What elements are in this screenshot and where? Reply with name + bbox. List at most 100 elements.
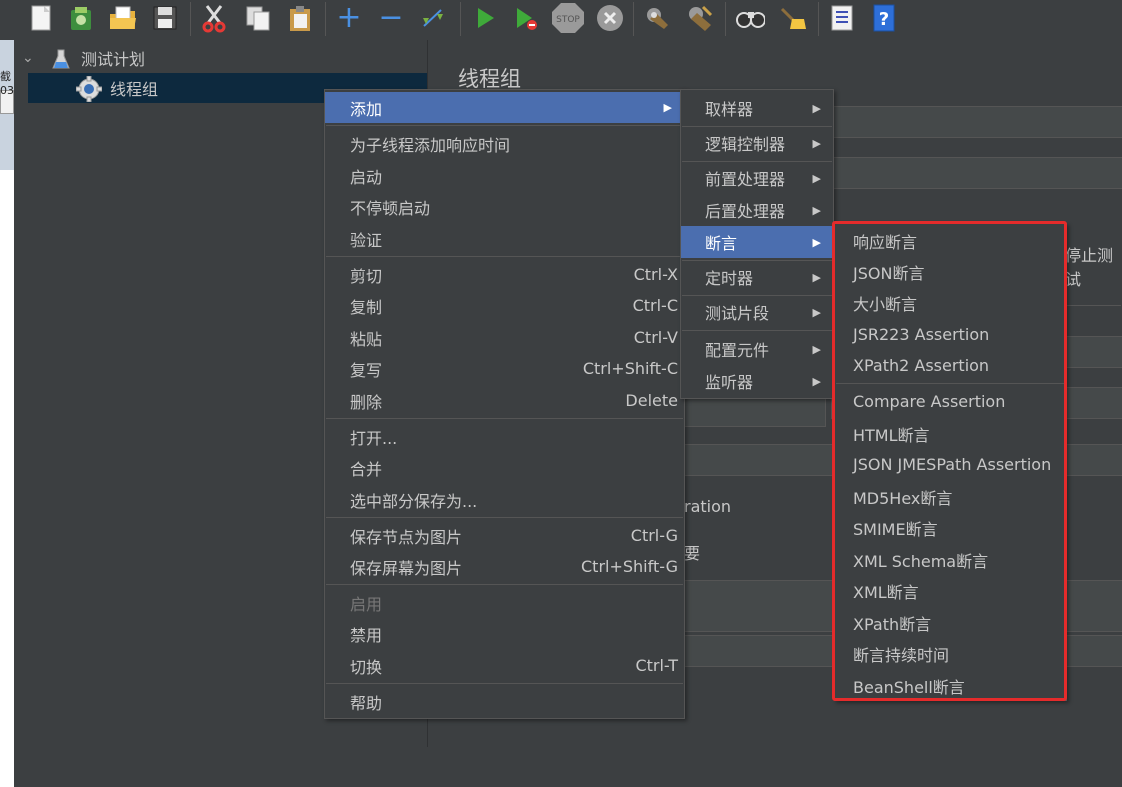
- function-helper-icon[interactable]: [827, 3, 857, 33]
- gear-icon: [76, 76, 102, 102]
- submenu-item-listener[interactable]: 监听器 ▶: [681, 365, 833, 397]
- svg-text:STOP: STOP: [556, 15, 580, 25]
- menu-item-duplicate[interactable]: 复写 Ctrl+Shift-C: [325, 353, 684, 384]
- context-menu: 添加 ▶ 为子线程添加响应时间 启动 不停顿启动 验证 剪切 Ctrl-X 复制 C…: [324, 89, 685, 719]
- menu-item-toggle[interactable]: 切换 Ctrl-T: [325, 650, 684, 681]
- menu-item-copy[interactable]: 复制 Ctrl-C: [325, 290, 684, 321]
- submenu-item-sampler[interactable]: 取样器 ▶: [681, 92, 833, 124]
- menu-item-add[interactable]: 添加 ▶: [325, 92, 684, 123]
- menu-item-validate[interactable]: 验证: [325, 223, 684, 254]
- svg-text:?: ?: [879, 9, 889, 30]
- reset-search-icon[interactable]: [778, 3, 808, 33]
- menu-item-save-screen-image[interactable]: 保存屏幕为图片 Ctrl+Shift-G: [325, 551, 684, 582]
- chevron-right-icon: ▶: [812, 342, 821, 356]
- menu-separator: [326, 683, 683, 684]
- tree-item-label: 测试计划: [81, 50, 146, 69]
- menu-item-paste[interactable]: 粘贴 Ctrl-V: [325, 322, 684, 353]
- menu-separator: [326, 418, 683, 419]
- menu-item-help[interactable]: 帮助: [325, 686, 684, 717]
- menu-item-start-no-pause[interactable]: 不停顿启动: [325, 191, 684, 222]
- tree-item-label: 线程组: [110, 80, 159, 99]
- submenu-item-test-fragment[interactable]: 测试片段 ▶: [681, 296, 833, 328]
- menu-item-save-selection-as[interactable]: 选中部分保存为...: [325, 484, 684, 515]
- menu-item-merge[interactable]: 合并: [325, 452, 684, 483]
- clear-all-icon[interactable]: [685, 3, 715, 33]
- assertion-item-response[interactable]: 响应断言: [835, 225, 1066, 256]
- assertion-item-xml-schema[interactable]: XML Schema断言: [835, 544, 1066, 575]
- menu-separator: [326, 517, 683, 518]
- stop-test-option[interactable]: 停止测试: [1065, 242, 1122, 290]
- chevron-right-icon: ▶: [812, 136, 821, 150]
- collapse-icon[interactable]: −: [376, 3, 406, 33]
- menu-separator: [326, 584, 683, 585]
- clear-icon[interactable]: [642, 3, 672, 33]
- chevron-right-icon: ▶: [812, 235, 821, 249]
- tree-item-test-plan[interactable]: ⌄ 测试计划: [14, 43, 427, 73]
- assertion-item-xpath[interactable]: XPath断言: [835, 607, 1066, 638]
- new-icon[interactable]: [27, 3, 57, 33]
- loop-count-field[interactable]: [684, 395, 826, 427]
- assertion-item-xml[interactable]: XML断言: [835, 575, 1066, 606]
- start-no-pause-icon[interactable]: [511, 3, 541, 33]
- assertion-item-jsr223[interactable]: JSR223 Assertion: [835, 319, 1066, 350]
- menu-item-add-response-time[interactable]: 为子线程添加响应时间: [325, 128, 684, 159]
- submenu-item-post-processor[interactable]: 后置处理器 ▶: [681, 194, 833, 226]
- chevron-right-icon: ▶: [812, 374, 821, 388]
- toolbar-separator: [633, 2, 634, 36]
- menu-item-disable[interactable]: 禁用: [325, 618, 684, 649]
- assertion-item-json-jmespath[interactable]: JSON JMESPath Assertion: [835, 449, 1066, 480]
- chevron-right-icon: ▶: [663, 101, 672, 114]
- submenu-item-logic-controller[interactable]: 逻辑控制器 ▶: [681, 127, 833, 159]
- menu-separator: [326, 125, 683, 126]
- copy-icon[interactable]: [243, 3, 273, 33]
- comment-field[interactable]: [831, 157, 1122, 189]
- menu-item-delete[interactable]: 删除 Delete: [325, 385, 684, 416]
- chevron-right-icon: ▶: [812, 270, 821, 284]
- submenu-item-assertion[interactable]: 断言 ▶: [681, 226, 833, 258]
- toolbar-separator: [460, 2, 461, 36]
- paste-icon[interactable]: [285, 3, 315, 33]
- toolbar-separator: [190, 2, 191, 36]
- menu-item-save-node-image[interactable]: 保存节点为图片 Ctrl-G: [325, 520, 684, 551]
- name-field[interactable]: [831, 106, 1122, 138]
- menu-item-enable: 启用: [350, 594, 383, 614]
- strip-label: 截: [0, 70, 11, 83]
- assertion-item-duration[interactable]: 断言持续时间: [835, 638, 1066, 669]
- toolbar-separator: [818, 2, 819, 36]
- toolbar-separator: [325, 2, 326, 36]
- help-icon[interactable]: ?: [869, 3, 899, 33]
- flask-icon: [52, 49, 70, 69]
- assertion-item-json[interactable]: JSON断言: [835, 256, 1066, 287]
- assertion-item-compare[interactable]: Compare Assertion: [835, 386, 1066, 417]
- menu-separator: [682, 330, 832, 331]
- menu-item-start[interactable]: 启动: [325, 160, 684, 191]
- assertion-item-size[interactable]: 大小断言: [835, 287, 1066, 318]
- assertion-item-beanshell[interactable]: BeanShell断言: [835, 670, 1066, 701]
- menu-separator: [836, 383, 1065, 384]
- open-icon[interactable]: [108, 3, 138, 33]
- assertion-item-smime[interactable]: SMIME断言: [835, 512, 1066, 543]
- templates-icon[interactable]: [66, 3, 96, 33]
- assertion-item-html[interactable]: HTML断言: [835, 418, 1066, 449]
- assertion-item-md5hex[interactable]: MD5Hex断言: [835, 481, 1066, 512]
- chevron-down-icon[interactable]: ⌄: [22, 50, 34, 66]
- add-submenu: 取样器 ▶ 逻辑控制器 ▶ 前置处理器 ▶ 后置处理器 ▶ 断言 ▶ 定时器 ▶ 测试片段 ▶…: [680, 89, 834, 399]
- label-fragment: 要: [684, 544, 701, 563]
- menu-item-open[interactable]: 打开...: [325, 421, 684, 452]
- expand-icon[interactable]: +: [334, 3, 364, 33]
- submenu-item-timer[interactable]: 定时器 ▶: [681, 261, 833, 293]
- chevron-right-icon: ▶: [812, 203, 821, 217]
- toggle-icon[interactable]: [418, 3, 448, 33]
- submenu-item-config-element[interactable]: 配置元件 ▶: [681, 333, 833, 365]
- shutdown-icon[interactable]: [595, 3, 625, 33]
- assertion-item-xpath2[interactable]: XPath2 Assertion: [835, 350, 1066, 381]
- save-icon[interactable]: [150, 3, 180, 33]
- stop-icon[interactable]: STOP: [550, 3, 586, 33]
- start-icon[interactable]: [470, 3, 500, 33]
- desktop-strip: 截 03: [0, 40, 14, 787]
- search-icon[interactable]: [735, 3, 765, 33]
- cut-icon[interactable]: [199, 3, 229, 33]
- submenu-item-pre-processor[interactable]: 前置处理器 ▶: [681, 162, 833, 194]
- menu-item-cut[interactable]: 剪切 Ctrl-X: [325, 259, 684, 290]
- toolbar: + − STOP ?: [0, 0, 1122, 41]
